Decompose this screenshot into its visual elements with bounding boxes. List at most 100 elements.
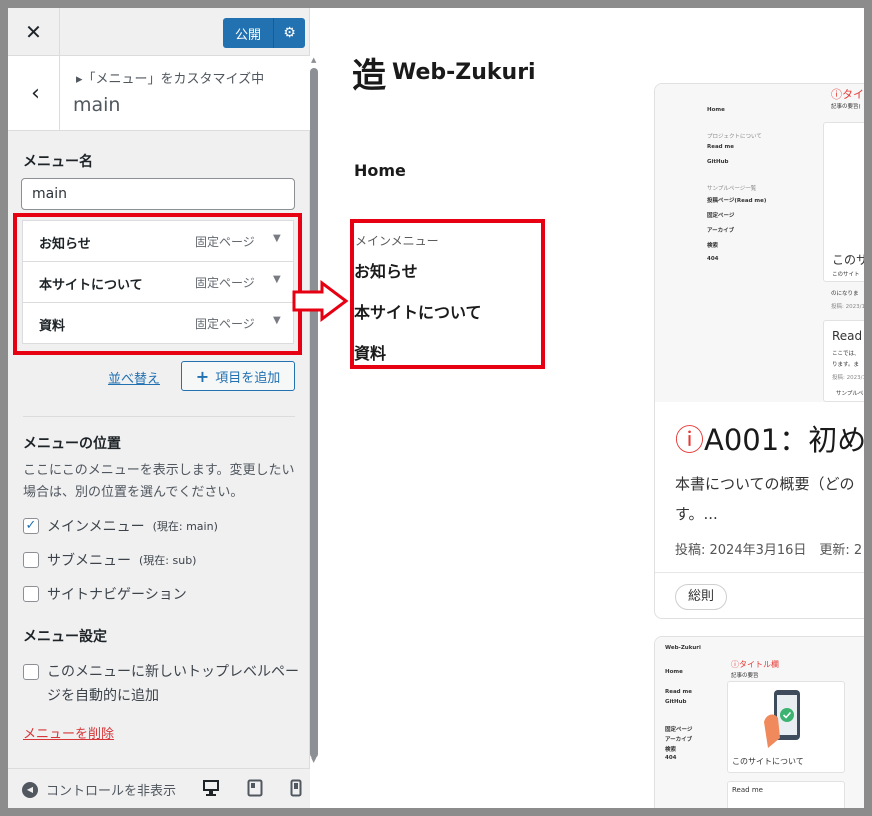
post-card[interactable]: Web-Zukuri Home Read me GitHub 固定ページ アーカ… <box>654 636 864 808</box>
menu-name-label: メニュー名 <box>23 154 93 170</box>
mobile-icon[interactable] <box>290 779 302 797</box>
checkbox[interactable] <box>23 586 39 602</box>
location-label: サイトナビゲーション <box>47 587 187 603</box>
thumb-text: 404 <box>707 256 719 262</box>
collapse-arrow-icon: ◀ <box>22 781 38 798</box>
post-thumbnail: Web-Zukuri Home Read me GitHub 固定ページ アーカ… <box>655 637 864 808</box>
site-name: Web-Zukuri <box>392 60 536 85</box>
thumb-text: 投稿: 2023/10 <box>831 304 864 310</box>
location-label: メインメニュー <box>47 519 145 535</box>
thumb-text: GitHub <box>707 159 729 165</box>
settings-heading: メニュー設定 <box>23 629 107 645</box>
close-customizer-button[interactable]: ✕ <box>8 8 60 56</box>
reorder-link[interactable]: 並べ替え <box>108 368 160 387</box>
divider <box>23 416 295 417</box>
customizer-footer: ◀ コントロールを非表示 <box>8 768 310 808</box>
customizer-sidebar: ✕ 公開 ⚙ ‹ ▸「メニュー」をカスタマイズ中 main メニュー名 main… <box>8 8 310 808</box>
thumb-text: Read <box>832 329 863 343</box>
thumb-panel: Read me <box>727 781 845 808</box>
gear-icon[interactable]: ⚙ <box>274 25 305 41</box>
thumb-panel: Read ここでは、 ります。ま 投稿: 2023/10 サンプルペ <box>823 320 864 402</box>
post-title-text: A001：初め <box>704 423 864 457</box>
thumb-text: Home <box>665 669 683 675</box>
thumb-text: 固定ページ <box>707 213 735 219</box>
excerpt-line: 本書についての概要（どの <box>675 475 855 493</box>
plus-icon: + <box>195 366 210 386</box>
back-button[interactable]: ‹ <box>8 56 60 131</box>
location-description: ここにこのメニューを表示します。変更したい場合は、別の位置を選んでください。 <box>23 463 295 500</box>
close-icon: ✕ <box>25 20 42 44</box>
add-item-button[interactable]: + 項目を追加 <box>181 361 295 391</box>
delete-menu-link[interactable]: メニューを削除 <box>23 723 114 742</box>
thumb-text: 検索 <box>707 243 719 249</box>
thumb-text: 投稿: 2023/10 <box>832 375 864 381</box>
site-preview: 造 Web-Zukuri Home メインメニュー お知らせ 本サイトについて … <box>320 8 864 808</box>
thumb-text: ここでは、 <box>832 351 860 357</box>
section-header: ‹ ▸「メニュー」をカスタマイズ中 main <box>8 56 310 131</box>
checkbox[interactable]: ✓ <box>23 518 39 534</box>
card-separator <box>655 572 864 573</box>
thumb-panel: このサ このサイト <box>823 122 864 282</box>
menu-name-input[interactable]: main <box>21 178 295 210</box>
chevron-left-icon: ‹ <box>31 81 40 106</box>
checkbox[interactable] <box>23 664 39 680</box>
hide-controls-button[interactable]: ◀ コントロールを非表示 <box>22 780 176 799</box>
desktop-icon[interactable] <box>201 779 221 797</box>
tablet-icon[interactable] <box>247 779 263 797</box>
location-main[interactable]: ✓ メインメニュー (現在: main) <box>23 516 218 536</box>
thumb-text: サンプルページ一覧 <box>707 186 757 192</box>
phone-illustration <box>764 690 800 748</box>
thumb-brand: Web-Zukuri <box>665 645 701 651</box>
hide-controls-label: コントロールを非表示 <box>46 784 177 799</box>
thumb-text: のになりま <box>831 291 859 297</box>
publish-label: 公開 <box>234 27 261 43</box>
site-brand[interactable]: 造 Web-Zukuri <box>352 48 536 97</box>
section-title: main <box>73 94 121 116</box>
thumb-text: 検索 <box>665 747 677 753</box>
thumb-warn-title: ⓘタイ <box>831 88 864 101</box>
thumb-text: このサイトについて <box>732 757 804 766</box>
auto-add-label: このメニューに新しいトップレベルページを自動的に追加 <box>47 664 299 704</box>
thumb-text: アーカイブ <box>665 737 693 743</box>
breadcrumb: ▸「メニュー」をカスタマイズ中 <box>76 72 265 87</box>
publish-button[interactable]: 公開 ⚙ <box>223 18 305 48</box>
add-item-label: 項目を追加 <box>215 370 281 386</box>
thumb-text: このサイト <box>832 272 860 278</box>
thumb-text: 404 <box>665 755 677 761</box>
nav-home-link[interactable]: Home <box>354 161 406 180</box>
thumb-text: Read me <box>665 689 692 695</box>
post-meta: 投稿: 2024年3月16日 更新: 2 <box>675 543 863 558</box>
arrow-right-icon <box>292 280 349 322</box>
thumb-text: ります。ま <box>832 362 859 368</box>
thumb-text: Read me <box>732 786 763 794</box>
customizer-topbar: ✕ 公開 ⚙ <box>8 8 310 56</box>
warning-icon: ⓘ <box>675 423 705 457</box>
thumb-text: このサ <box>832 253 864 267</box>
post-title[interactable]: ⓘA001：初め <box>675 417 864 459</box>
thumb-text: 固定ページ <box>665 727 693 733</box>
thumb-text: 投稿ページ(Read me) <box>707 198 767 204</box>
scroll-up-icon[interactable]: ▲ <box>311 56 316 64</box>
scroll-down-icon[interactable]: ▼ <box>311 756 316 764</box>
excerpt-line: す。... <box>675 505 718 523</box>
thumb-panel: このサイトについて <box>727 681 845 773</box>
location-heading: メニューの位置 <box>23 436 121 452</box>
post-thumbnail: Home プロジェクトについて Read me GitHub サンプルページ一覧… <box>655 84 864 402</box>
sidebar-scrollbar[interactable] <box>310 68 318 758</box>
thumb-text: サンプルペ <box>836 391 864 397</box>
thumb-text: Home <box>707 107 725 113</box>
location-site-nav[interactable]: サイトナビゲーション <box>23 584 187 604</box>
location-sub[interactable]: サブメニュー (現在: sub) <box>23 550 196 570</box>
thumb-warn-title: ⓘタイトル欄 <box>731 660 779 669</box>
thumb-text: 記事の要旨( <box>831 104 861 110</box>
category-tag[interactable]: 総則 <box>675 584 728 610</box>
location-label: サブメニュー <box>47 553 131 569</box>
post-excerpt: 本書についての概要（どの す。... <box>675 469 864 529</box>
highlight-box-nav <box>350 219 545 369</box>
checkbox[interactable] <box>23 552 39 568</box>
thumb-text: 記事の要旨 <box>731 673 759 679</box>
auto-add-checkbox-row[interactable] <box>23 664 39 680</box>
thumb-text: プロジェクトについて <box>707 134 762 140</box>
post-card[interactable]: Home プロジェクトについて Read me GitHub サンプルページ一覧… <box>654 83 864 619</box>
site-logo: 造 <box>352 56 386 96</box>
